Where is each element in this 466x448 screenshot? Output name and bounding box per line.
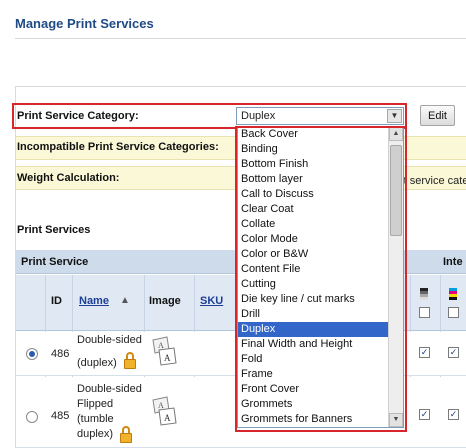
duplex-flipped-pages-icon: A A — [152, 396, 177, 426]
column-header-name[interactable]: Name — [79, 295, 109, 307]
row-id: 486 — [51, 348, 70, 360]
dropdown-option[interactable]: Grommets for Banners — [238, 412, 390, 427]
category-select-value: Duplex — [241, 110, 276, 122]
title-divider — [15, 38, 466, 39]
dropdown-option-selected[interactable]: Duplex — [238, 322, 390, 337]
category-select[interactable]: Duplex ▼ — [236, 107, 404, 125]
category-label: Print Service Category: — [17, 110, 139, 122]
dropdown-option[interactable]: Color or B&W — [238, 247, 390, 262]
panel-border-top — [15, 86, 466, 87]
duplex-pages-icon: A A — [152, 336, 177, 366]
svg-text:A: A — [158, 341, 164, 350]
weight-hint-text: rt service cate — [400, 175, 466, 187]
column-header-sku[interactable]: SKU — [200, 295, 223, 307]
lock-icon — [124, 352, 136, 369]
dropdown-option[interactable]: Back Cover — [238, 127, 390, 142]
sort-ascending-icon[interactable]: ▲ — [120, 295, 130, 306]
svg-text:A: A — [164, 413, 171, 423]
row-checkbox-color[interactable]: ✓ — [448, 347, 459, 358]
dropdown-option[interactable]: Frame — [238, 367, 390, 382]
row-name-line1: Double-sided — [77, 383, 142, 395]
color-ink-icon — [449, 288, 457, 300]
row-name-line2: (duplex) — [77, 357, 117, 369]
dropdown-option[interactable]: Clear Coat — [238, 202, 390, 217]
dropdown-option[interactable]: Final Width and Height — [238, 337, 390, 352]
header-checkbox-grayscale[interactable] — [419, 307, 430, 318]
category-dropdown-list[interactable]: Back Cover Binding Bottom Finish Bottom … — [237, 126, 404, 428]
dropdown-option[interactable]: Grommets — [238, 397, 390, 412]
dropdown-option[interactable]: Collate — [238, 217, 390, 232]
dropdown-option[interactable]: Fold — [238, 352, 390, 367]
scrollbar-thumb[interactable] — [390, 145, 402, 236]
column-header-id: ID — [51, 295, 62, 307]
row-checkbox-color[interactable]: ✓ — [448, 409, 459, 420]
page-title: Manage Print Services — [15, 16, 154, 31]
dropdown-option[interactable]: Front Cover — [238, 382, 390, 397]
row-radio-486[interactable] — [26, 348, 38, 360]
dropdown-option[interactable]: Bottom layer — [238, 172, 390, 187]
scroll-up-icon[interactable]: ▲ — [389, 127, 403, 141]
dropdown-option[interactable]: Cutting — [238, 277, 390, 292]
table-group-header-label: Print Service — [21, 256, 89, 268]
svg-text:A: A — [158, 401, 164, 410]
row-name-line2: Flipped — [77, 398, 114, 410]
dropdown-option[interactable]: Content File — [238, 262, 390, 277]
dropdown-scrollbar[interactable]: ▲ ▼ — [388, 127, 403, 427]
dropdown-option[interactable]: Drill — [238, 307, 390, 322]
row-radio-485[interactable] — [26, 411, 38, 423]
grayscale-ink-icon — [420, 288, 428, 300]
table-group-header-right-label: Inte — [443, 256, 463, 268]
dropdown-option[interactable]: Bottom Finish — [238, 157, 390, 172]
row-checkbox-grayscale[interactable]: ✓ — [419, 347, 430, 358]
row-name-line1: Double-sided — [77, 334, 142, 346]
section-title: Print Services — [17, 224, 91, 236]
header-checkbox-color[interactable] — [448, 307, 459, 318]
svg-text:A: A — [164, 353, 171, 363]
edit-button[interactable]: Edit — [420, 105, 455, 126]
dropdown-option[interactable]: Binding — [238, 142, 390, 157]
chevron-down-icon[interactable]: ▼ — [387, 109, 402, 123]
lock-icon — [120, 426, 132, 443]
scroll-down-icon[interactable]: ▼ — [389, 413, 403, 427]
row-checkbox-grayscale[interactable]: ✓ — [419, 409, 430, 420]
weight-label: Weight Calculation: — [17, 172, 120, 184]
incompatible-label: Incompatible Print Service Categories: — [17, 141, 219, 153]
column-header-image: Image — [149, 295, 181, 307]
row-id: 485 — [51, 410, 70, 422]
row-name-line3: (tumble — [77, 413, 114, 425]
dropdown-option[interactable]: Die key line / cut marks — [238, 292, 390, 307]
dropdown-option[interactable]: Color Mode — [238, 232, 390, 247]
row-name-line4: duplex) — [77, 428, 114, 440]
dropdown-option[interactable]: Call to Discuss — [238, 187, 390, 202]
